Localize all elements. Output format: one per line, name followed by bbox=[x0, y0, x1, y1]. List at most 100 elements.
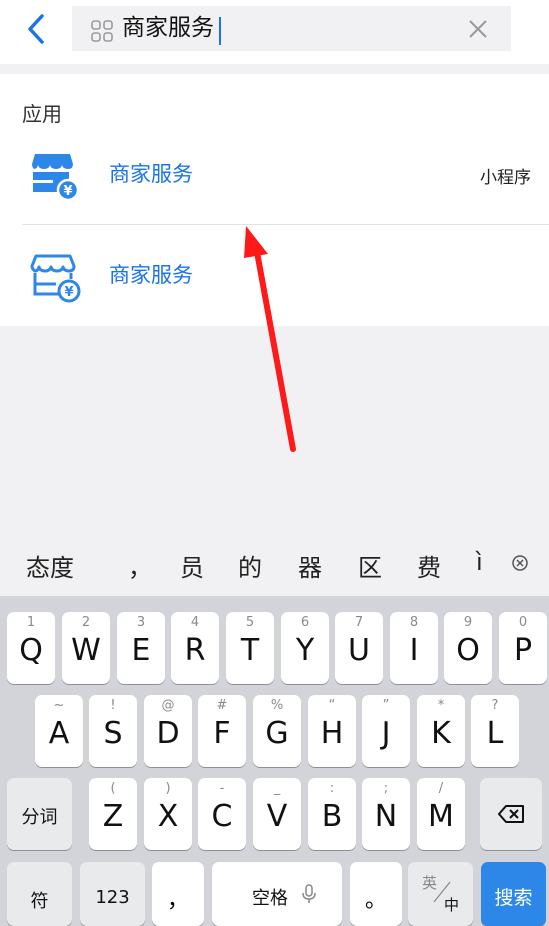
keyboard: 1Q 2W 3E 4R 5T 6Y 7U 8I 9O 0P ~ A ! S @ D #… bbox=[0, 596, 549, 926]
key-i[interactable]: 8I bbox=[390, 612, 438, 684]
key-k[interactable]: * K bbox=[417, 695, 465, 767]
close-circle-icon[interactable] bbox=[511, 554, 529, 572]
key-b[interactable]: :B bbox=[308, 778, 356, 850]
result-tag: 小程序 bbox=[480, 168, 531, 188]
key-e[interactable]: 3E bbox=[117, 612, 165, 684]
result-name: 商家服务 bbox=[109, 263, 193, 287]
key-label: R bbox=[184, 633, 206, 668]
key-label: S bbox=[103, 716, 123, 751]
language-switch-key[interactable]: 英 中 bbox=[408, 862, 473, 926]
back-button[interactable] bbox=[22, 12, 52, 46]
key-label: 搜索 bbox=[494, 887, 533, 909]
key-f[interactable]: # F bbox=[198, 695, 246, 767]
results-panel: 应用 ¥ 商家服务 小程序 ¥ 商家服务 bbox=[0, 74, 549, 326]
key-sub: 6 bbox=[300, 615, 310, 630]
candidate-word[interactable]: 区 bbox=[358, 548, 382, 583]
result-name: 商家服务 bbox=[109, 162, 193, 186]
symbol-key[interactable]: 符 bbox=[7, 862, 72, 926]
key-sub: 8 bbox=[409, 615, 419, 630]
key-label: K bbox=[431, 716, 451, 751]
key-q[interactable]: 1Q bbox=[7, 612, 55, 684]
candidate-word[interactable]: 态度 bbox=[26, 548, 74, 583]
microphone-icon bbox=[302, 884, 316, 903]
key-c[interactable]: -C bbox=[198, 778, 246, 850]
key-h[interactable]: “H bbox=[308, 695, 356, 767]
key-sub: % bbox=[270, 698, 284, 713]
key-label: X bbox=[157, 799, 179, 834]
key-sub: / bbox=[438, 781, 444, 796]
key-d[interactable]: @ D bbox=[144, 695, 192, 767]
key-l[interactable]: ? L bbox=[471, 695, 519, 767]
key-label: M bbox=[428, 799, 454, 834]
space-key[interactable]: 空格 bbox=[212, 862, 342, 926]
comma-key[interactable]: ， bbox=[152, 862, 204, 926]
result-item[interactable]: ¥ 商家服务 小程序 bbox=[0, 124, 549, 224]
key-p[interactable]: 0P bbox=[499, 612, 547, 684]
key-w[interactable]: 2W bbox=[62, 612, 110, 684]
candidate-word[interactable]: 费 bbox=[417, 548, 441, 583]
key-sub: ~ bbox=[53, 698, 65, 713]
close-icon[interactable] bbox=[468, 19, 488, 39]
key-sub: 0 bbox=[518, 615, 528, 630]
key-g[interactable]: % G bbox=[253, 695, 301, 767]
key-label: H bbox=[320, 716, 344, 751]
key-x[interactable]: ) X bbox=[144, 778, 192, 850]
period-key[interactable]: 。 bbox=[350, 862, 402, 926]
svg-text:¥: ¥ bbox=[63, 184, 72, 199]
key-r[interactable]: 4R bbox=[171, 612, 219, 684]
key-a[interactable]: ~ A bbox=[35, 695, 83, 767]
key-label: Q bbox=[19, 633, 43, 668]
key-sub: 3 bbox=[136, 615, 146, 630]
chevron-left-icon bbox=[28, 14, 44, 44]
key-sub: ( bbox=[110, 781, 116, 796]
result-item[interactable]: ¥ 商家服务 bbox=[0, 225, 549, 325]
key-label: 空格 bbox=[252, 888, 288, 909]
key-v[interactable]: _ V bbox=[253, 778, 301, 850]
candidate-word[interactable]: 的 bbox=[238, 548, 262, 583]
key-n[interactable]: ; N bbox=[362, 778, 410, 850]
number-key[interactable]: 123 bbox=[80, 862, 145, 926]
key-u[interactable]: 7U bbox=[335, 612, 383, 684]
fenci-key[interactable]: 分词 bbox=[7, 778, 72, 850]
key-o[interactable]: 9O bbox=[444, 612, 492, 684]
search-box[interactable]: 商家服务 bbox=[72, 6, 511, 51]
key-sub: * bbox=[437, 698, 445, 713]
section-title: 应用 bbox=[22, 102, 62, 126]
top-bar: 商家服务 bbox=[0, 0, 549, 64]
key-y[interactable]: 6Y bbox=[281, 612, 329, 684]
key-sub: ? bbox=[491, 698, 499, 713]
key-j[interactable]: ” J bbox=[362, 695, 410, 767]
separator bbox=[0, 64, 549, 74]
search-input[interactable]: 商家服务 bbox=[122, 14, 214, 42]
merchant-store-filled-icon: ¥ bbox=[32, 154, 78, 200]
key-label: 。 bbox=[364, 888, 387, 913]
key-t[interactable]: 5T bbox=[226, 612, 274, 684]
key-sub: ” bbox=[382, 698, 390, 713]
key-s[interactable]: ! S bbox=[89, 695, 137, 767]
key-label: I bbox=[409, 633, 419, 668]
candidate-word[interactable]: ， bbox=[128, 548, 152, 583]
key-label: U bbox=[348, 633, 370, 668]
key-label: W bbox=[71, 633, 101, 668]
key-sub: “ bbox=[328, 698, 336, 713]
search-key[interactable]: 搜索 bbox=[481, 862, 546, 926]
key-sub: ; bbox=[383, 781, 389, 796]
candidate-word[interactable]: 员 bbox=[180, 548, 204, 583]
key-m[interactable]: / M bbox=[417, 778, 465, 850]
key-sub: # bbox=[216, 698, 228, 713]
key-label: ， bbox=[166, 888, 189, 913]
key-label: 123 bbox=[95, 887, 130, 908]
key-z[interactable]: (Z bbox=[89, 778, 137, 850]
backspace-key[interactable] bbox=[480, 778, 542, 850]
key-label: B bbox=[321, 799, 343, 834]
key-label: F bbox=[213, 716, 231, 751]
key-label: P bbox=[513, 633, 533, 668]
text-cursor bbox=[219, 17, 221, 45]
candidate-word[interactable]: 器 bbox=[298, 548, 322, 583]
candidate-word[interactable]: ì bbox=[476, 548, 483, 576]
key-sub: 5 bbox=[245, 615, 255, 630]
key-sub: ) bbox=[165, 781, 171, 796]
key-sub: - bbox=[219, 781, 225, 796]
key-label: V bbox=[266, 799, 288, 834]
key-label: Z bbox=[102, 799, 124, 834]
